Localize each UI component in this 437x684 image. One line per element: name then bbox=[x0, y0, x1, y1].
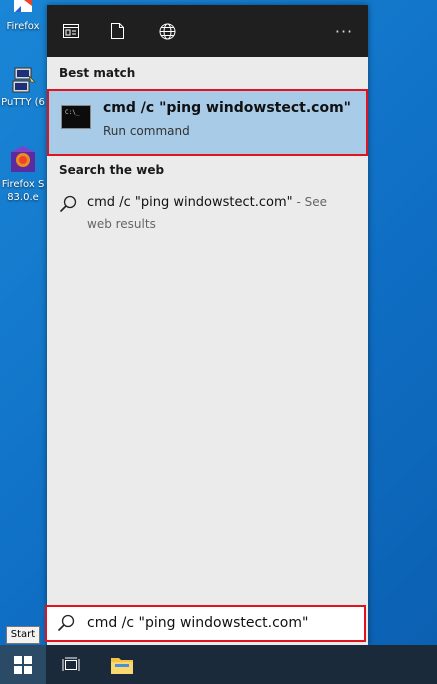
desktop-icon-firefox-setup[interactable]: Firefox S 83.0.e bbox=[0, 144, 46, 212]
best-match-heading: Best match bbox=[59, 66, 136, 80]
search-icon bbox=[57, 614, 75, 632]
search-web-heading: Search the web bbox=[59, 163, 165, 177]
search-panel: ··· Best match C:\_ cmd /c "ping windows… bbox=[45, 5, 368, 645]
best-match-subtitle: Run command bbox=[103, 124, 190, 138]
folder-icon bbox=[111, 657, 133, 674]
command-prompt-icon: C:\_ bbox=[61, 105, 91, 129]
desktop-icon-label: PuTTY (6 bbox=[1, 97, 45, 108]
globe-icon bbox=[159, 23, 175, 39]
start-tooltip: Start bbox=[6, 626, 40, 644]
desktop-icon-label: 83.0.e bbox=[7, 192, 39, 203]
search-input[interactable]: cmd /c "ping windowstect.com" bbox=[45, 605, 366, 642]
search-panel-toolbar: ··· bbox=[47, 5, 368, 57]
best-match-title: cmd /c "ping windowstect.com" bbox=[103, 100, 351, 116]
web-search-result[interactable]: cmd /c "ping windowstect.com" - See web … bbox=[47, 189, 368, 241]
task-view-button[interactable] bbox=[50, 645, 92, 684]
web-result-subtitle: web results bbox=[87, 217, 156, 231]
more-icon: ··· bbox=[334, 21, 354, 41]
search-icon bbox=[59, 195, 77, 213]
more-options-button[interactable]: ··· bbox=[332, 19, 356, 43]
apps-icon bbox=[63, 24, 79, 38]
file-explorer-button[interactable] bbox=[100, 645, 144, 684]
web-result-query: cmd /c "ping windowstect.com" bbox=[87, 195, 293, 210]
desktop-icon-label: Firefox bbox=[6, 21, 40, 32]
best-match-result[interactable]: C:\_ cmd /c "ping windowstect.com" Run c… bbox=[47, 89, 368, 156]
desktop-icon-putty[interactable]: PuTTY (6 bbox=[0, 66, 46, 122]
desktop-icon-firefox[interactable]: Firefox bbox=[0, 0, 46, 32]
documents-filter-button[interactable] bbox=[105, 19, 129, 43]
desktop-icon-label: Firefox S bbox=[1, 179, 45, 190]
document-icon bbox=[110, 23, 124, 39]
taskbar bbox=[0, 645, 437, 684]
start-button[interactable] bbox=[0, 645, 46, 684]
putty-icon bbox=[12, 67, 36, 93]
windows-logo-icon bbox=[14, 655, 32, 674]
web-result-suffix: - See bbox=[292, 195, 327, 209]
installer-icon bbox=[11, 146, 35, 172]
apps-filter-button[interactable] bbox=[59, 19, 83, 43]
firefox-icon bbox=[14, 0, 32, 12]
web-filter-button[interactable] bbox=[155, 19, 179, 43]
task-view-icon bbox=[62, 657, 80, 671]
search-input-value: cmd /c "ping windowstect.com" bbox=[87, 615, 309, 631]
